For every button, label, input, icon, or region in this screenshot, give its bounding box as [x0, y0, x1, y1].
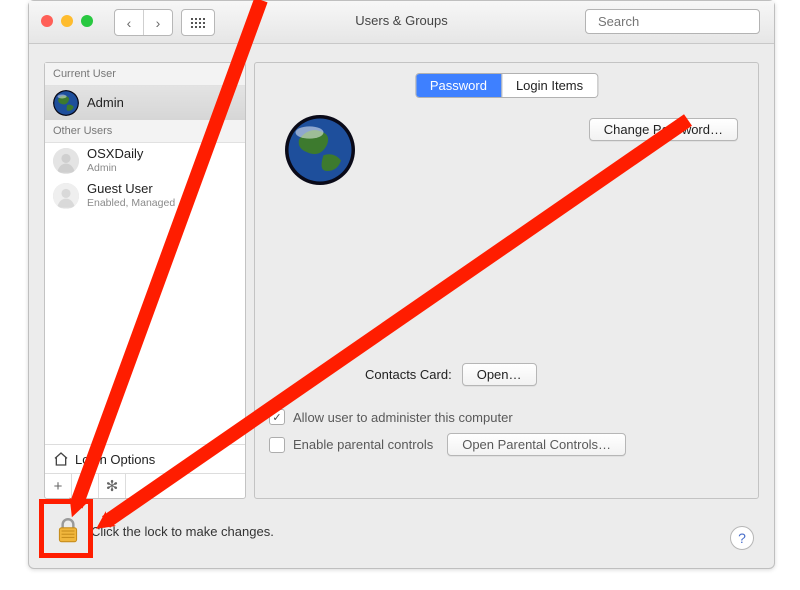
- sidebar-user-osxdaily[interactable]: OSXDaily Admin: [45, 143, 245, 178]
- gear-icon: ✻: [106, 477, 119, 495]
- lock-hint: Click the lock to make changes.: [91, 524, 274, 539]
- allow-admin-row: ✓ Allow user to administer this computer: [269, 409, 744, 425]
- sidebar-user-admin[interactable]: Admin: [45, 86, 245, 120]
- help-button[interactable]: ?: [730, 526, 754, 550]
- allow-admin-label: Allow user to administer this computer: [293, 410, 513, 425]
- search-input[interactable]: [596, 13, 776, 30]
- silhouette-icon: [53, 148, 79, 174]
- sidebar-header-current: Current User: [45, 63, 245, 86]
- silhouette-icon: [53, 183, 79, 209]
- avatar: [53, 90, 79, 116]
- open-contacts-button[interactable]: Open…: [462, 363, 537, 386]
- sidebar-user-guest[interactable]: Guest User Enabled, Managed: [45, 178, 245, 213]
- allow-admin-checkbox[interactable]: ✓: [269, 409, 285, 425]
- add-user-button[interactable]: +: [45, 474, 72, 498]
- user-detail-panel: Password Login Items Change Password… Co…: [254, 62, 759, 499]
- contacts-card-row: Contacts Card: Open…: [365, 363, 537, 386]
- preferences-window: ‹ › Users & Groups Current User: [28, 0, 775, 569]
- open-parental-controls-button[interactable]: Open Parental Controls…: [447, 433, 626, 456]
- minus-icon: −: [81, 478, 90, 495]
- search-field[interactable]: [585, 9, 760, 34]
- parental-controls-label: Enable parental controls: [293, 437, 433, 452]
- earth-icon: [53, 90, 79, 116]
- sidebar-user-name: Admin: [87, 96, 124, 111]
- avatar: [53, 183, 79, 209]
- sidebar-user-name: Guest User: [87, 182, 175, 197]
- home-icon: [53, 451, 69, 467]
- sidebar-user-name: OSXDaily: [87, 147, 143, 162]
- user-actions-button[interactable]: ✻: [99, 474, 126, 498]
- question-icon: ?: [738, 530, 746, 546]
- sidebar-toolbar: + − ✻: [45, 473, 245, 498]
- lock-icon[interactable]: [55, 516, 81, 546]
- titlebar: ‹ › Users & Groups: [29, 1, 774, 44]
- sidebar-user-role: Enabled, Managed: [87, 197, 175, 209]
- lock-row: Click the lock to make changes.: [55, 516, 274, 546]
- tab-password[interactable]: Password: [416, 74, 501, 97]
- sidebar-header-other: Other Users: [45, 120, 245, 143]
- user-picture[interactable]: [285, 115, 355, 185]
- plus-icon: +: [54, 478, 63, 495]
- parental-controls-row: Enable parental controls Open Parental C…: [269, 433, 744, 456]
- tabs: Password Login Items: [415, 73, 598, 98]
- remove-user-button[interactable]: −: [72, 474, 99, 498]
- login-options-row[interactable]: Login Options: [45, 444, 245, 473]
- sidebar-user-role: Admin: [87, 162, 143, 174]
- tab-login-items[interactable]: Login Items: [501, 74, 597, 97]
- users-sidebar: Current User Admin: [44, 62, 246, 499]
- parental-controls-checkbox[interactable]: [269, 437, 285, 453]
- login-options-label: Login Options: [75, 452, 155, 467]
- change-password-button[interactable]: Change Password…: [589, 118, 738, 141]
- avatar: [53, 148, 79, 174]
- contacts-card-label: Contacts Card:: [365, 367, 452, 382]
